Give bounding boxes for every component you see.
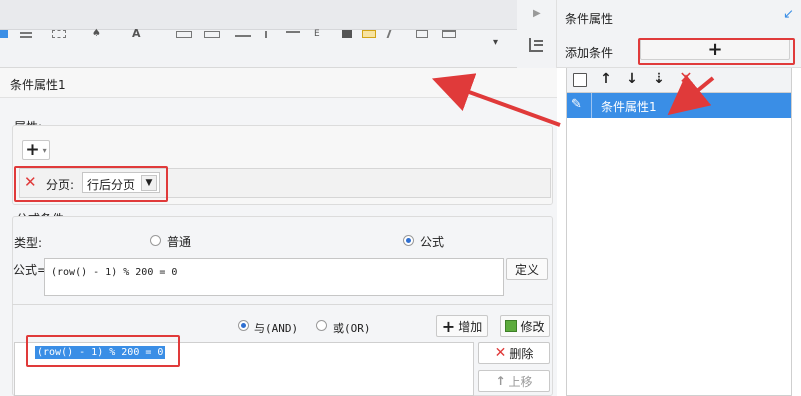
arrow-to-list-item: [667, 74, 715, 116]
arrow-to-dialog-title: [431, 73, 561, 127]
annotation-arrows: [431, 73, 715, 127]
